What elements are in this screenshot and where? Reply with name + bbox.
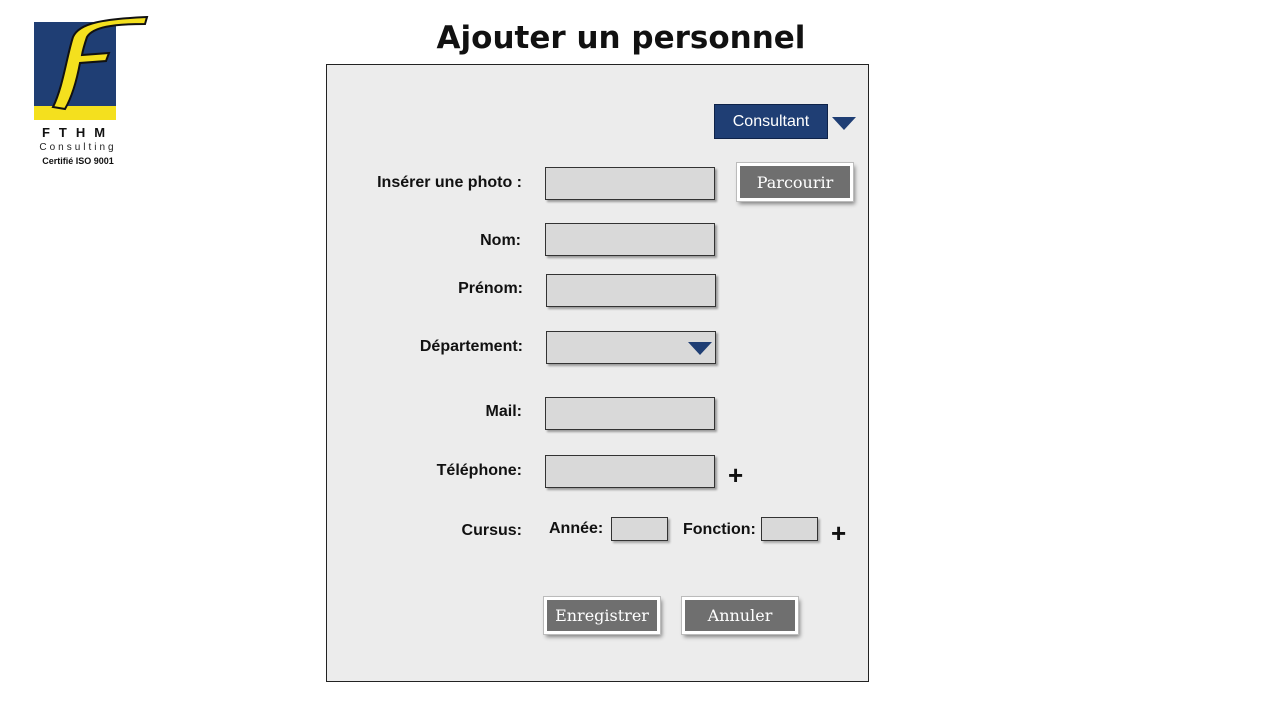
logo-subtitle: Consulting: [39, 142, 117, 153]
telephone-label: Téléphone:: [436, 462, 522, 479]
mail-label: Mail:: [485, 403, 522, 420]
cursus-label: Cursus:: [461, 522, 522, 539]
logo-name: FTHM: [41, 125, 115, 140]
staff-type-select[interactable]: Consultant: [714, 104, 828, 139]
browse-button[interactable]: Parcourir: [737, 163, 853, 201]
nom-label: Nom:: [480, 232, 521, 249]
add-plus-icon[interactable]: +: [728, 462, 743, 488]
photo-path-field[interactable]: [545, 167, 715, 200]
cancel-button[interactable]: Annuler: [682, 597, 798, 634]
photo-label: Insérer une photo :: [377, 174, 522, 191]
annee-field[interactable]: [611, 517, 668, 541]
departement-label: Département:: [419, 338, 523, 355]
annee-label: Année:: [549, 520, 604, 537]
logo-f-mark: [51, 15, 149, 111]
fonction-field[interactable]: [761, 517, 818, 541]
telephone-field[interactable]: [545, 455, 715, 488]
add-plus-icon[interactable]: +: [831, 520, 846, 546]
logo-certification: Certifié ISO 9001: [42, 156, 114, 166]
fonction-label: Fonction:: [683, 521, 756, 538]
save-button[interactable]: Enregistrer: [544, 597, 660, 634]
prenom-field[interactable]: [546, 274, 716, 307]
prenom-label: Prénom:: [458, 280, 523, 297]
mail-field[interactable]: [545, 397, 715, 430]
nom-field[interactable]: [545, 223, 715, 256]
form-panel: [326, 64, 869, 682]
company-logo: FTHM Consulting Certifié ISO 9001: [33, 15, 151, 175]
dropdown-triangle-icon[interactable]: [688, 342, 712, 355]
dropdown-triangle-icon[interactable]: [832, 117, 856, 130]
page-title: Ajouter un personnel: [436, 20, 806, 56]
